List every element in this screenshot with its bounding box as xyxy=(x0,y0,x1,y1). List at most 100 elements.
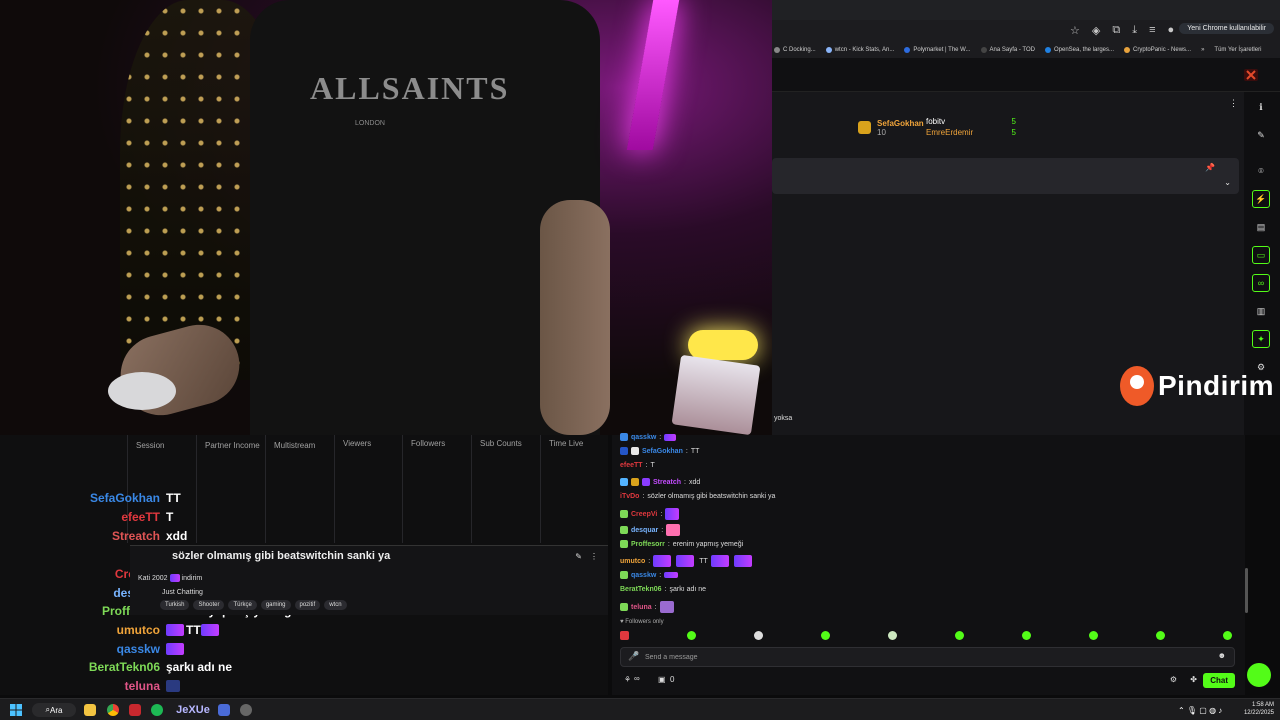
gift-icon[interactable]: ▣ xyxy=(658,675,666,684)
chat-message: teluna: xyxy=(620,601,676,613)
document-icon[interactable]: ▤ xyxy=(1252,218,1270,236)
emote-quick[interactable] xyxy=(1156,631,1165,640)
link-icon[interactable]: ∞ xyxy=(1252,274,1270,292)
tag[interactable]: wtcn xyxy=(324,600,347,610)
chevron-down-icon[interactable]: ⌄ xyxy=(1224,178,1231,187)
pencil-icon[interactable]: ✎ xyxy=(1252,126,1270,144)
crown-icon xyxy=(858,121,871,134)
emote-quick[interactable] xyxy=(1089,631,1098,640)
chat-send-button[interactable]: Chat xyxy=(1203,673,1235,688)
pencil-icon[interactable]: ✎ xyxy=(575,552,582,561)
pinned-message-card[interactable]: sözler olmamış gibi beatswitchin sanki y… xyxy=(130,545,608,615)
stat-viewers: Viewers xyxy=(334,435,402,543)
badge-icon xyxy=(620,603,628,611)
microphone-icon[interactable]: 🎤 xyxy=(628,651,639,662)
pindirim-text: Pindirim xyxy=(1158,370,1275,401)
extension-icon[interactable]: ◈ xyxy=(1092,24,1100,37)
chat-support-button[interactable] xyxy=(1247,663,1271,687)
tag[interactable]: Turkish xyxy=(160,600,190,610)
pinned-message-area[interactable]: 📌 ⌄ xyxy=(772,158,1239,194)
taskbar-search[interactable]: ⌕ Ara xyxy=(32,703,76,717)
puzzle-icon[interactable]: ⧉ xyxy=(1112,24,1120,37)
badge-icon xyxy=(631,447,639,455)
emote-quick[interactable] xyxy=(955,631,964,640)
media-icon[interactable]: ≡ xyxy=(1149,24,1155,37)
more-icon[interactable]: ⋮ xyxy=(1229,98,1238,109)
arm xyxy=(540,200,610,435)
download-icon[interactable]: ⤓ xyxy=(1132,24,1137,37)
tag[interactable]: pozitif xyxy=(294,600,321,610)
emote-bar xyxy=(620,631,1232,640)
app-icon[interactable] xyxy=(218,703,230,717)
wrench-icon[interactable]: ✦ xyxy=(1252,330,1270,348)
tray-icons[interactable]: ⌃ 🎙 ▢ ◍ ♪ xyxy=(1178,703,1222,717)
file-explorer-icon[interactable] xyxy=(84,703,96,717)
settings-icon[interactable]: ⚙ xyxy=(1170,675,1177,684)
emote-quick[interactable] xyxy=(888,631,897,640)
bookmark[interactable]: wtcn - Kick Stats, An... xyxy=(825,47,894,53)
lightning-icon[interactable]: ⚡ xyxy=(1252,190,1270,208)
obs-icon[interactable] xyxy=(129,703,141,717)
all-bookmarks[interactable]: Tüm Yer İşaretleri xyxy=(1214,47,1261,53)
bookmark-icon xyxy=(904,47,911,53)
bookmark[interactable]: OpenSea, the larges... xyxy=(1044,47,1114,53)
kick-header xyxy=(772,58,1280,92)
bookmark[interactable]: CryptoPanic - News... xyxy=(1124,47,1191,53)
chat-scrollbar[interactable] xyxy=(1245,568,1248,613)
jexue-app-icon[interactable]: JeXUe xyxy=(173,703,213,717)
emote-quick[interactable] xyxy=(1022,631,1031,640)
bookmark-icon xyxy=(1044,47,1051,53)
overlay-chat-row: efeeTT T xyxy=(121,510,174,524)
extensions-icon[interactable]: ✤ xyxy=(1190,675,1197,684)
pin-icon[interactable]: 📌 xyxy=(1205,163,1215,172)
emoji-icon[interactable]: ☻ xyxy=(1218,651,1226,660)
overlay-chat-row: Streatch xdd xyxy=(111,529,188,543)
emote-quick[interactable] xyxy=(754,631,763,640)
chat-message: Proffesorr: erenim yapmış yemeği xyxy=(620,540,743,548)
emote-quick[interactable] xyxy=(687,631,696,640)
shirt-sub: LONDON xyxy=(355,120,385,127)
chat-icon[interactable]: ▭ xyxy=(1252,246,1270,264)
bookmark[interactable]: Polymarket | The W... xyxy=(904,47,971,53)
kick-logo-icon[interactable] xyxy=(1244,68,1258,86)
points-icon[interactable]: ⚘ xyxy=(624,675,631,684)
leader-top xyxy=(858,121,871,134)
emote xyxy=(166,643,184,655)
stat-sub-counts: Sub Counts xyxy=(471,435,541,543)
info-icon[interactable]: ℹ xyxy=(1252,98,1270,116)
badge-icon xyxy=(620,571,628,579)
bookmark-icon xyxy=(774,47,780,53)
chat-message: Streatch: xdd xyxy=(620,478,700,486)
chrome-icon[interactable] xyxy=(107,703,119,717)
gift-count: 0 xyxy=(670,675,675,684)
camera-icon[interactable]: ⌾ xyxy=(1252,162,1270,180)
followers-only-notice: ♥ Followers only xyxy=(620,619,664,625)
bookmark[interactable]: C Docking... xyxy=(774,47,816,53)
profile-icon[interactable]: ● xyxy=(1168,24,1175,37)
more-icon[interactable]: ⋮ xyxy=(590,552,598,561)
bookmark[interactable]: Ana Sayfa - TOD xyxy=(980,47,1035,53)
emote xyxy=(653,555,672,567)
emote xyxy=(665,508,680,520)
clock[interactable]: 1:58 AM 12/22/2025 xyxy=(1244,701,1274,717)
star-icon[interactable]: ☆ xyxy=(1070,24,1080,37)
text-fragment: yoksa xyxy=(774,415,793,422)
emote-quick[interactable] xyxy=(1223,631,1232,640)
tag[interactable]: gaming xyxy=(260,600,291,610)
bookmark-icon xyxy=(980,47,987,53)
tag[interactable]: Shooter xyxy=(193,600,225,610)
tag[interactable]: Türkçe xyxy=(228,600,257,610)
bookmarks-more[interactable]: » xyxy=(1201,47,1204,53)
chrome-update-button[interactable]: Yeni Chrome kullanılabilir xyxy=(1179,23,1274,34)
windows-start-icon[interactable] xyxy=(10,703,22,717)
leader-row: EmreErdemir 5 xyxy=(926,128,1016,137)
printer-icon[interactable]: ▥ xyxy=(1252,302,1270,320)
emote xyxy=(676,555,695,567)
emote xyxy=(664,433,677,441)
app-icon[interactable] xyxy=(240,703,252,717)
emote-quick[interactable] xyxy=(620,631,629,640)
emote-quick[interactable] xyxy=(821,631,830,640)
chat-input-box[interactable]: 🎤 ☻ xyxy=(620,647,1235,667)
send-message-input[interactable] xyxy=(645,651,1205,664)
spotify-icon[interactable] xyxy=(151,703,163,717)
